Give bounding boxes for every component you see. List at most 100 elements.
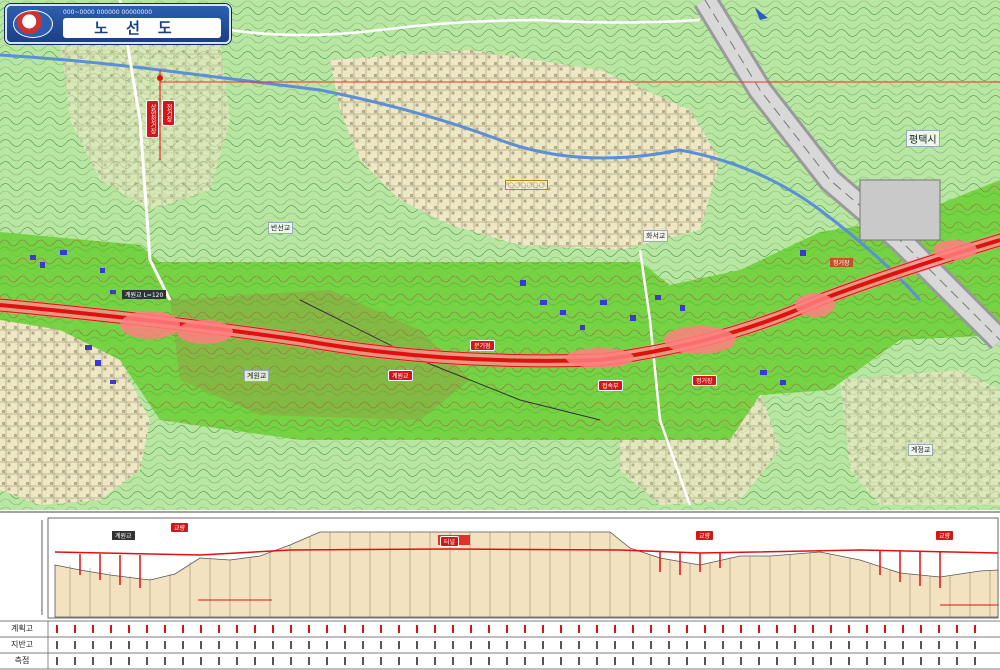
profile-tag: 교량 [935,530,955,541]
title-subtitle: 000~0000 000000 00000000 [63,9,153,16]
station-blob-5 [795,293,835,317]
table-cell-mark [92,625,94,633]
table-cell-mark [236,641,238,649]
table-cell-mark [740,641,742,649]
table-cell-mark [218,625,220,633]
table-cell-mark [74,657,76,665]
table-cell-mark [794,641,796,649]
table-cell-mark [398,641,400,649]
table-cell-mark [668,657,670,665]
table-cell-mark [74,625,76,633]
table-row [50,638,998,652]
table-cell-mark [56,625,58,633]
table-cell-mark [578,657,580,665]
table-cell-mark [236,657,238,665]
table-cell-mark [182,641,184,649]
table-cell-mark [632,641,634,649]
table-cell-mark [290,625,292,633]
table-cell-mark [902,657,904,665]
table-cell-mark [110,625,112,633]
profile-tag: 교량 [695,530,715,541]
table-cell-mark [704,657,706,665]
table-cell-mark [524,657,526,665]
table-cell-mark [290,657,292,665]
table-cell-mark [938,625,940,633]
table-cell-mark [902,625,904,633]
station-blob-4 [664,326,736,354]
table-cell-mark [272,657,274,665]
table-cell-mark [722,641,724,649]
table-cell-mark [740,657,742,665]
table-cell-mark [146,657,148,665]
table-cell-mark [776,625,778,633]
table-cell-mark [344,657,346,665]
table-cell-mark [110,657,112,665]
table-cell-mark [434,625,436,633]
table-cell-mark [272,625,274,633]
table-cell-mark [308,657,310,665]
table-cell-mark [560,625,562,633]
table-cell-mark [560,641,562,649]
table-cell-mark [920,657,922,665]
table-cell-mark [578,625,580,633]
table-cell-mark [344,641,346,649]
table-cell-mark [200,641,202,649]
table-cell-mark [866,641,868,649]
structure-tag: 분기점 [470,340,495,351]
table-row-label: 계획고 [0,622,44,636]
station-blob-3 [566,348,634,368]
table-cell-mark [254,641,256,649]
table-cell-mark [362,625,364,633]
table-cell-mark [218,657,220,665]
table-cell-mark [236,625,238,633]
table-cell-mark [398,625,400,633]
table-cell-mark [758,625,760,633]
table-cell-mark [722,657,724,665]
place-label: 평택시 [906,130,940,147]
table-cell-mark [272,641,274,649]
table-cell-mark [452,641,454,649]
table-cell-mark [686,657,688,665]
table-cell-mark [920,625,922,633]
table-row [50,622,998,636]
table-cell-mark [506,641,508,649]
place-label: 화서교 [643,230,669,242]
table-cell-mark [668,641,670,649]
table-cell-mark [542,657,544,665]
table-cell-mark [344,625,346,633]
logo-icon [13,10,53,38]
table-cell-mark [560,657,562,665]
table-cell-mark [56,657,58,665]
table-cell-mark [380,657,382,665]
table-row-label: 지반고 [0,638,44,652]
table-cell-mark [218,641,220,649]
station-label-vertical: 상현정거장 [146,100,159,138]
table-cell-mark [758,641,760,649]
station-blob-2 [177,320,233,344]
table-cell-mark [596,625,598,633]
table-cell-mark [848,641,850,649]
station-blob-6 [933,240,977,260]
table-cell-mark [866,657,868,665]
table-cell-mark [434,641,436,649]
table-cell-mark [632,657,634,665]
table-cell-mark [740,625,742,633]
table-cell-mark [506,625,508,633]
table-cell-mark [308,641,310,649]
table-cell-mark [812,641,814,649]
table-cell-mark [542,625,544,633]
table-cell-mark [470,657,472,665]
table-cell-mark [902,641,904,649]
table-cell-mark [470,641,472,649]
table-cell-mark [182,657,184,665]
table-cell-mark [380,641,382,649]
table-cell-mark [92,657,94,665]
table-cell-mark [74,641,76,649]
table-cell-mark [128,625,130,633]
table-cell-mark [146,625,148,633]
profile-tag: 계원교 [112,531,135,540]
table-cell-mark [362,641,364,649]
table-cell-mark [650,625,652,633]
table-cell-mark [488,641,490,649]
table-cell-mark [632,625,634,633]
